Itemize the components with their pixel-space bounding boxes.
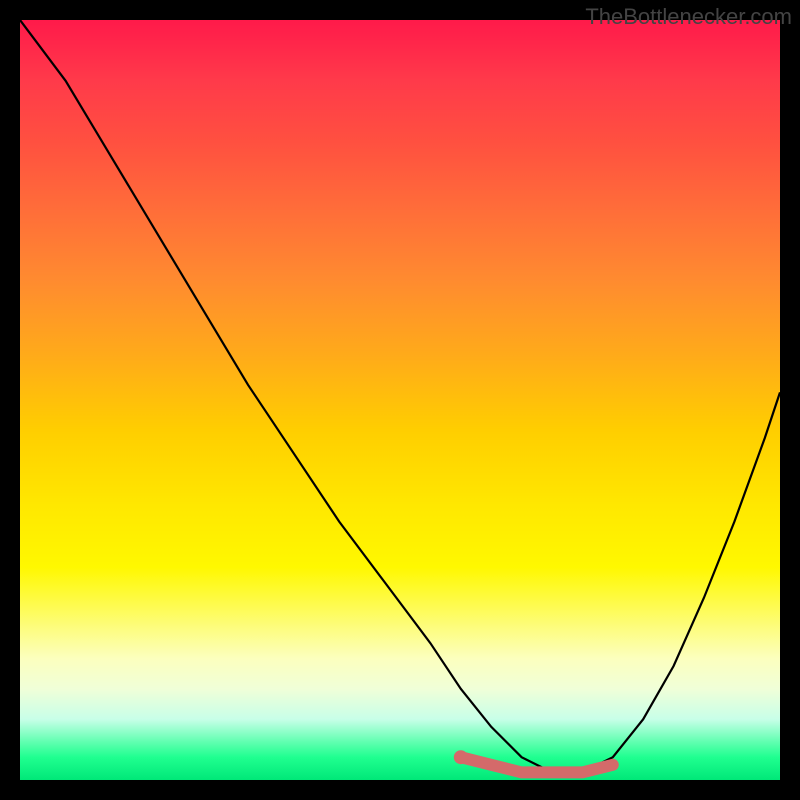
highlight-dot xyxy=(454,750,468,764)
bottleneck-curve xyxy=(20,20,780,772)
plot-area xyxy=(20,20,780,780)
chart-svg xyxy=(20,20,780,780)
watermark-text: TheBottlenecker.com xyxy=(585,4,792,30)
